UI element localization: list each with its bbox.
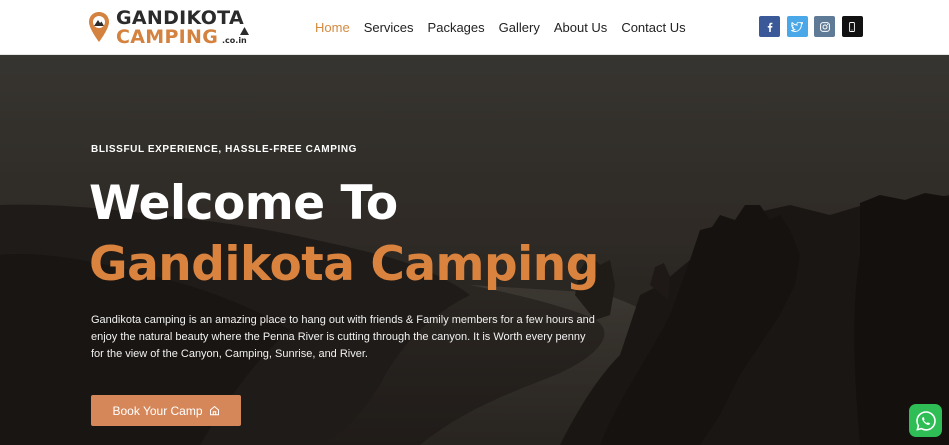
facebook-button[interactable] (759, 16, 780, 37)
phone-icon (849, 21, 855, 32)
hero-section: BLISSFUL EXPERIENCE, HASSLE-FREE CAMPING… (0, 55, 949, 445)
whatsapp-icon (915, 410, 936, 431)
site-logo[interactable]: GANDIKOTA CAMPING .co.in (88, 8, 258, 48)
nav-item-contact-us[interactable]: Contact Us (621, 20, 685, 35)
nav-item-home[interactable]: Home (315, 20, 350, 35)
home-icon (209, 405, 220, 416)
logo-domain: .co.in (222, 36, 247, 45)
instagram-button[interactable] (814, 16, 835, 37)
book-your-camp-label: Book Your Camp (112, 403, 203, 418)
book-your-camp-button[interactable]: Book Your Camp (91, 395, 241, 426)
logo-subtitle: CAMPING (116, 26, 219, 48)
nav-item-about-us[interactable]: About Us (554, 20, 607, 35)
twitter-icon (791, 21, 803, 32)
hero-title-line2: Gandikota Camping (89, 237, 599, 292)
social-links (759, 16, 869, 37)
hero-tagline: BLISSFUL EXPERIENCE, HASSLE-FREE CAMPING (91, 144, 358, 155)
nav-item-gallery[interactable]: Gallery (499, 20, 540, 35)
tent-icon (240, 27, 249, 35)
phone-button[interactable] (841, 16, 863, 37)
hero-description: Gandikota camping is an amazing place to… (91, 314, 595, 360)
site-header: GANDIKOTA CAMPING .co.in Home Services P… (0, 0, 949, 55)
hero-title-line1: Welcome To (89, 176, 398, 231)
instagram-icon (819, 21, 830, 32)
nav-item-packages[interactable]: Packages (428, 20, 485, 35)
twitter-button[interactable] (786, 16, 808, 37)
facebook-icon (767, 22, 772, 32)
nav-item-services[interactable]: Services (364, 20, 414, 35)
location-pin-icon (89, 12, 109, 42)
logo-title: GANDIKOTA (116, 7, 244, 29)
main-nav: Home Services Packages Gallery About Us … (315, 0, 700, 55)
whatsapp-button[interactable] (909, 404, 942, 437)
